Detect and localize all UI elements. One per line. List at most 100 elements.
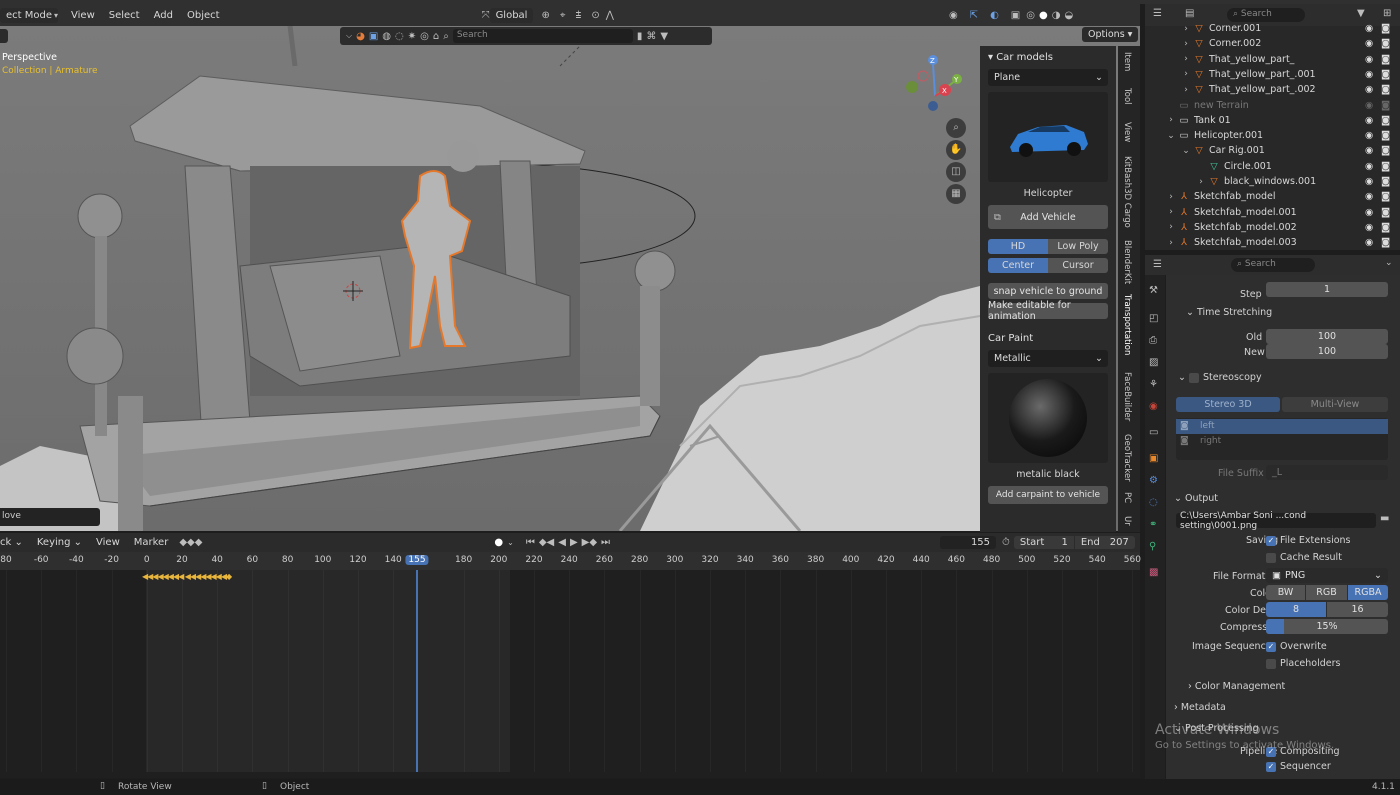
material-shading-icon[interactable]: ◑: [1052, 10, 1061, 21]
camera-view-icon[interactable]: ◫: [946, 162, 966, 182]
cursor-toggle[interactable]: Cursor: [1048, 258, 1108, 273]
render-camera-icon[interactable]: ◙: [1381, 69, 1390, 80]
overwrite-option[interactable]: ✓ Overwrite: [1266, 641, 1327, 652]
cache-result-option[interactable]: Cache Result: [1266, 552, 1342, 563]
new-field[interactable]: 100: [1266, 344, 1388, 359]
tab-facebuilder[interactable]: FaceBuilder: [1122, 372, 1132, 421]
ortho-grid-icon[interactable]: ▦: [946, 184, 966, 204]
world-tab-icon[interactable]: ◉: [1149, 401, 1158, 412]
filter-icon[interactable]: ▼: [660, 31, 668, 42]
file-extensions-option[interactable]: ✓ File Extensions: [1266, 535, 1351, 546]
render-camera-icon[interactable]: ◙: [1381, 207, 1390, 218]
visibility-eye-icon[interactable]: ◉: [1365, 130, 1373, 141]
placeholders-checkbox[interactable]: [1266, 658, 1276, 669]
end-frame-field[interactable]: End 207: [1074, 536, 1135, 549]
view-right-label[interactable]: right: [1200, 436, 1221, 446]
expand-icon[interactable]: ›: [1180, 69, 1192, 79]
display-mode-icon[interactable]: ▤: [1185, 8, 1194, 19]
scene-tab-icon[interactable]: ⚘: [1149, 379, 1158, 390]
file-extensions-checkbox[interactable]: ✓: [1266, 535, 1276, 546]
proportional-edit-icon[interactable]: ⊙: [591, 10, 599, 21]
keyframes-row[interactable]: ◀◀◀◀◀◀◀◀ ◀◀◀◀◀◀◀◀◆: [142, 572, 232, 581]
color-rgb-toggle[interactable]: RGB: [1306, 585, 1347, 600]
tab-view[interactable]: View: [1122, 122, 1132, 142]
outliner-row[interactable]: ▭ new Terrain ◉ ◙: [1145, 98, 1400, 113]
render-camera-icon[interactable]: ◙: [1381, 237, 1390, 248]
expand-icon[interactable]: ›: [1165, 222, 1177, 232]
color-management-header[interactable]: › Color Management: [1188, 681, 1285, 692]
mode-dropdown[interactable]: ect Mode: [0, 7, 58, 23]
chevron-down-icon[interactable]: ⌵: [346, 31, 352, 41]
render-camera-icon[interactable]: ◙: [1381, 176, 1390, 187]
add-vehicle-button[interactable]: ⧉ Add Vehicle: [988, 205, 1108, 229]
solid-shading-icon[interactable]: ●: [1039, 10, 1048, 21]
options-dropdown[interactable]: Options ▾: [1082, 27, 1139, 42]
cache-result-checkbox[interactable]: [1266, 552, 1276, 563]
filter-icon[interactable]: ▼: [1357, 8, 1365, 19]
modifier-tab-icon[interactable]: ⚙: [1149, 475, 1158, 486]
expand-icon[interactable]: ›: [1180, 24, 1192, 34]
chevron-down-icon[interactable]: ⌄: [1385, 258, 1393, 268]
physics-tab-icon[interactable]: ⚭: [1149, 519, 1157, 530]
add-carpaint-button[interactable]: Add carpaint to vehicle: [988, 486, 1108, 504]
toolbar-handle[interactable]: [0, 29, 8, 43]
last-operator-panel[interactable]: love: [0, 508, 100, 526]
file-suffix-field[interactable]: _L: [1266, 465, 1388, 480]
outliner-row[interactable]: › ▽ That_yellow_part_ ◉ ◙: [1145, 52, 1400, 67]
overwrite-checkbox[interactable]: ✓: [1266, 641, 1276, 652]
editor-type-icon[interactable]: ☰: [1153, 8, 1162, 19]
sequencer-option[interactable]: ✓ Sequencer: [1266, 761, 1331, 772]
render-camera-icon[interactable]: ◙: [1381, 100, 1390, 111]
new-collection-icon[interactable]: ⊞: [1383, 8, 1391, 19]
output-path-field[interactable]: C:\Users\Ambar Soni ...cond setting\0001…: [1176, 511, 1376, 531]
wireframe-shading-icon[interactable]: ◎: [1026, 10, 1035, 21]
menu-object[interactable]: Object: [180, 10, 227, 21]
output-tab-icon[interactable]: ⎙: [1149, 335, 1157, 346]
stereo-3d-toggle[interactable]: Stereo 3D: [1176, 397, 1280, 412]
visibility-eye-icon[interactable]: ◉: [1365, 161, 1373, 172]
menu-playback[interactable]: ck ⌄: [0, 537, 30, 548]
layout-icon[interactable]: ⌘: [646, 31, 656, 42]
output-header[interactable]: ⌄ Output: [1174, 493, 1218, 504]
old-field[interactable]: 100: [1266, 329, 1388, 344]
model-select[interactable]: Plane ⌄: [988, 69, 1108, 86]
collection-tab-icon[interactable]: ▭: [1149, 427, 1158, 438]
outliner-search-input[interactable]: ⌕ Search: [1227, 8, 1305, 22]
editor-type-icon[interactable]: ☰: [1153, 259, 1162, 270]
view-left-row[interactable]: left: [1176, 419, 1388, 434]
compression-slider[interactable]: 15%: [1266, 619, 1388, 634]
tab-item[interactable]: Item: [1122, 52, 1132, 71]
menu-view[interactable]: View: [64, 10, 102, 21]
stopwatch-icon[interactable]: ⏱: [1002, 537, 1010, 548]
depth-8-toggle[interactable]: 8: [1266, 602, 1326, 617]
play-icon[interactable]: ▶: [570, 537, 578, 548]
outliner-row[interactable]: ⌄ ▭ Helicopter.001 ◉ ◙: [1145, 128, 1400, 143]
render-camera-icon[interactable]: ◙: [1381, 222, 1390, 233]
bookmark-icon[interactable]: ▮: [637, 31, 643, 42]
tool-tab-icon[interactable]: ⚒: [1149, 285, 1158, 296]
tab-tool[interactable]: Tool: [1122, 88, 1132, 105]
timeline-scrollbar[interactable]: [0, 772, 1140, 778]
camera-icon[interactable]: ⌂: [433, 31, 439, 42]
rendered-shading-icon[interactable]: ◒: [1064, 10, 1073, 21]
light-icon[interactable]: ✷: [408, 31, 416, 42]
mesh-icon[interactable]: ◍: [382, 31, 391, 42]
render-camera-icon[interactable]: ◙: [1381, 23, 1390, 34]
car-models-header[interactable]: ▾ Car models: [980, 46, 1116, 69]
prev-key-icon[interactable]: ◆◀: [539, 537, 554, 548]
visibility-eye-icon[interactable]: ◉: [1365, 38, 1373, 49]
particles-tab-icon[interactable]: ◌: [1149, 497, 1158, 508]
center-toggle[interactable]: Center: [988, 258, 1048, 273]
expand-icon[interactable]: ›: [1180, 39, 1192, 49]
snap-icon[interactable]: ⌖: [560, 10, 566, 21]
outliner-row[interactable]: › ▽ That_yellow_part_.002 ◉ ◙: [1145, 82, 1400, 97]
tab-geotracker[interactable]: GeoTracker: [1122, 434, 1132, 482]
render-camera-icon[interactable]: ◙: [1381, 191, 1390, 202]
current-frame-field[interactable]: 155: [940, 536, 997, 549]
menu-timeline-view[interactable]: View: [89, 537, 127, 548]
material-icon[interactable]: ◌: [395, 31, 404, 42]
outliner-row[interactable]: › ▽ Corner.001 ◉ ◙: [1145, 21, 1400, 36]
jump-end-icon[interactable]: ⏭: [601, 537, 610, 548]
multi-view-toggle[interactable]: Multi-View: [1282, 397, 1388, 412]
snap-settings-icon[interactable]: ⩲: [576, 10, 582, 21]
